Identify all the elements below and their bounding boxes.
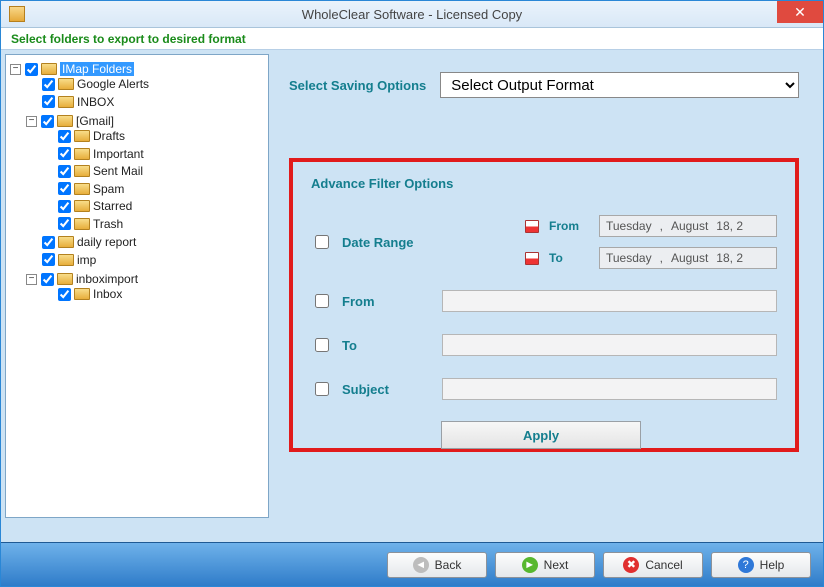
date-range-grid: From Tuesday , August 18, 2 To bbox=[442, 215, 777, 269]
folder-icon bbox=[74, 148, 90, 160]
cancel-button[interactable]: ✖ Cancel bbox=[603, 552, 703, 578]
advance-filter-box: Advance Filter Options Date Range From T… bbox=[289, 158, 799, 452]
subject-input[interactable] bbox=[442, 378, 777, 400]
tree-checkbox[interactable] bbox=[58, 217, 71, 230]
next-button[interactable]: ► Next bbox=[495, 552, 595, 578]
tree-checkbox[interactable] bbox=[41, 273, 54, 286]
tree-node[interactable]: Sent Mail bbox=[93, 164, 143, 178]
wizard-footer: ◄ Back ► Next ✖ Cancel ? Help bbox=[1, 542, 823, 586]
saving-options-label: Select Saving Options bbox=[289, 78, 426, 93]
tree-node[interactable]: Important bbox=[93, 147, 144, 161]
tree-checkbox[interactable] bbox=[42, 253, 55, 266]
tree-checkbox[interactable] bbox=[58, 130, 71, 143]
close-icon: ✕ bbox=[794, 4, 806, 21]
content-area: − IMap Folders Google Alerts INBOX − [Gma… bbox=[1, 50, 823, 542]
folder-icon bbox=[74, 288, 90, 300]
subject-checkbox[interactable] bbox=[315, 382, 329, 396]
help-icon: ? bbox=[738, 557, 754, 573]
apply-button[interactable]: Apply bbox=[441, 421, 641, 449]
folder-icon bbox=[58, 236, 74, 248]
subject-label: Subject bbox=[342, 382, 432, 397]
tree-checkbox[interactable] bbox=[58, 165, 71, 178]
advance-filter-title: Advance Filter Options bbox=[311, 176, 777, 191]
tree-toggle[interactable]: − bbox=[10, 64, 21, 75]
tree-toggle[interactable]: − bbox=[26, 274, 37, 285]
app-window: WholeClear Software - Licensed Copy ✕ Se… bbox=[0, 0, 824, 587]
from-checkbox[interactable] bbox=[315, 294, 329, 308]
to-checkbox[interactable] bbox=[315, 338, 329, 352]
tree-node[interactable]: Google Alerts bbox=[77, 77, 149, 91]
tree-node[interactable]: Drafts bbox=[93, 129, 125, 143]
tree-node[interactable]: Spam bbox=[93, 182, 124, 196]
tree-node[interactable]: Trash bbox=[93, 217, 123, 231]
tree-checkbox[interactable] bbox=[25, 63, 38, 76]
date-range-checkbox[interactable] bbox=[315, 235, 329, 249]
tree-node-inboximport[interactable]: inboximport bbox=[76, 272, 138, 286]
tree-checkbox[interactable] bbox=[42, 236, 55, 249]
to-label: To bbox=[342, 338, 432, 353]
saving-options-row: Select Saving Options Select Output Form… bbox=[289, 72, 799, 98]
options-panel: Select Saving Options Select Output Form… bbox=[289, 54, 819, 538]
tree-checkbox[interactable] bbox=[42, 78, 55, 91]
folder-icon bbox=[58, 96, 74, 108]
tree-toggle[interactable]: − bbox=[26, 116, 37, 127]
folder-tree[interactable]: − IMap Folders Google Alerts INBOX − [Gma… bbox=[5, 54, 269, 518]
tree-checkbox[interactable] bbox=[58, 182, 71, 195]
tree-node[interactable]: imp bbox=[77, 253, 96, 267]
close-button[interactable]: ✕ bbox=[777, 1, 823, 23]
date-range-label: Date Range bbox=[342, 235, 432, 250]
back-icon: ◄ bbox=[413, 557, 429, 573]
to-input[interactable] bbox=[442, 334, 777, 356]
tree-node-root[interactable]: IMap Folders bbox=[60, 62, 134, 76]
folder-icon bbox=[58, 78, 74, 90]
titlebar: WholeClear Software - Licensed Copy ✕ bbox=[1, 1, 823, 28]
folder-icon bbox=[74, 130, 90, 142]
calendar-icon bbox=[525, 220, 539, 233]
folder-icon bbox=[58, 254, 74, 266]
instruction-banner: Select folders to export to desired form… bbox=[1, 28, 823, 50]
folder-icon bbox=[41, 63, 57, 75]
date-range-row: Date Range From Tuesday , August 18, 2 bbox=[311, 215, 777, 269]
folder-icon bbox=[57, 115, 73, 127]
output-format-select[interactable]: Select Output Format bbox=[440, 72, 799, 98]
tree-node-gmail[interactable]: [Gmail] bbox=[76, 114, 114, 128]
tree-checkbox[interactable] bbox=[42, 95, 55, 108]
date-from-label: From bbox=[549, 219, 589, 233]
folder-icon bbox=[57, 273, 73, 285]
tree-checkbox[interactable] bbox=[58, 147, 71, 160]
back-button[interactable]: ◄ Back bbox=[387, 552, 487, 578]
cancel-icon: ✖ bbox=[623, 557, 639, 573]
tree-checkbox[interactable] bbox=[58, 200, 71, 213]
help-button[interactable]: ? Help bbox=[711, 552, 811, 578]
from-row: From bbox=[311, 289, 777, 313]
folder-icon bbox=[74, 218, 90, 230]
calendar-icon bbox=[525, 252, 539, 265]
folder-icon bbox=[74, 183, 90, 195]
next-icon: ► bbox=[522, 557, 538, 573]
tree-checkbox[interactable] bbox=[58, 288, 71, 301]
date-to-picker[interactable]: Tuesday , August 18, 2 bbox=[599, 247, 777, 269]
date-to-label: To bbox=[549, 251, 589, 265]
date-from-picker[interactable]: Tuesday , August 18, 2 bbox=[599, 215, 777, 237]
window-title: WholeClear Software - Licensed Copy bbox=[1, 7, 823, 22]
tree-node[interactable]: daily report bbox=[77, 235, 136, 249]
from-input[interactable] bbox=[442, 290, 777, 312]
tree-node[interactable]: Starred bbox=[93, 199, 132, 213]
from-label: From bbox=[342, 294, 432, 309]
subject-row: Subject bbox=[311, 377, 777, 401]
to-row: To bbox=[311, 333, 777, 357]
folder-icon bbox=[74, 200, 90, 212]
tree-node[interactable]: INBOX bbox=[77, 95, 114, 109]
tree-node[interactable]: Inbox bbox=[93, 287, 122, 301]
folder-icon bbox=[74, 165, 90, 177]
tree-checkbox[interactable] bbox=[41, 115, 54, 128]
